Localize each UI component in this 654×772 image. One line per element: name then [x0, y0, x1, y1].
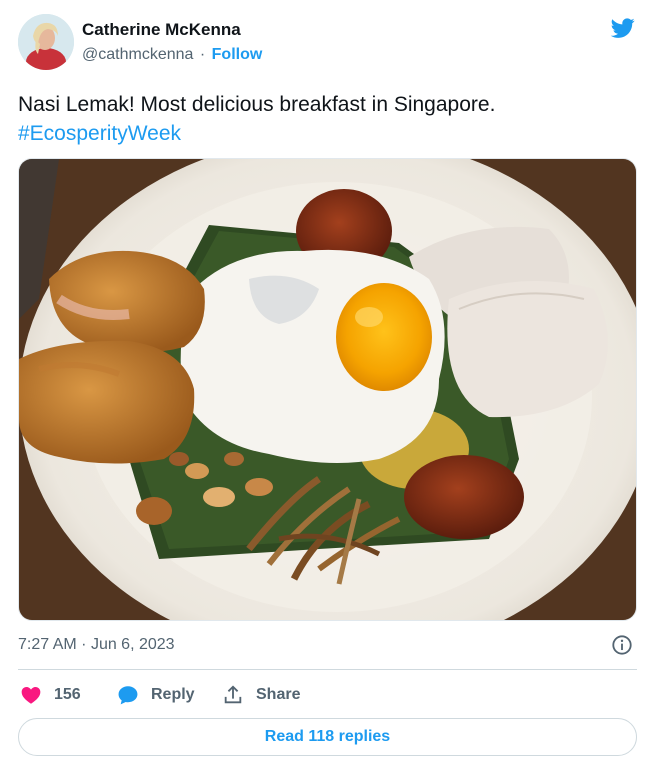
tweet-header: Catherine McKenna @cathmckenna · Follow [18, 14, 638, 74]
tweet-body: Nasi Lemak! Most delicious breakfast in … [18, 93, 496, 116]
handle-row: @cathmckenna · Follow [82, 46, 262, 64]
like-count: 156 [54, 686, 81, 703]
avatar-image [18, 14, 74, 70]
info-icon[interactable] [611, 634, 633, 656]
tweet-text: Nasi Lemak! Most delicious breakfast in … [18, 90, 628, 148]
tweet-timestamp[interactable]: 7:27 AM · Jun 6, 2023 [18, 636, 175, 654]
reply-bubble-icon [118, 686, 138, 705]
food-photo-icon [19, 159, 636, 620]
tweet-date: Jun 6, 2023 [90, 636, 175, 653]
share-label: Share [256, 686, 301, 703]
reply-label: Reply [151, 686, 195, 703]
heart-icon [21, 687, 41, 704]
reply-button[interactable]: Reply [117, 680, 195, 710]
divider [18, 669, 637, 670]
share-button[interactable]: Share [222, 680, 300, 710]
separator-dot: · [199, 46, 206, 63]
hashtag-link[interactable]: #EcosperityWeek [18, 119, 628, 148]
tweet-time: 7:27 AM [18, 636, 77, 653]
separator-dot: · [81, 636, 87, 653]
twitter-bird-icon[interactable] [610, 16, 636, 40]
like-button[interactable]: 156 [20, 680, 81, 710]
action-bar: 156 Reply Share [18, 680, 637, 710]
share-icon [224, 685, 242, 704]
follow-button[interactable]: Follow [212, 46, 263, 63]
tweet-photo[interactable] [18, 158, 637, 621]
avatar[interactable] [18, 14, 74, 70]
author-name[interactable]: Catherine McKenna [82, 20, 241, 40]
author-handle[interactable]: @cathmckenna [82, 46, 193, 63]
read-replies-button[interactable]: Read 118 replies [18, 718, 637, 756]
